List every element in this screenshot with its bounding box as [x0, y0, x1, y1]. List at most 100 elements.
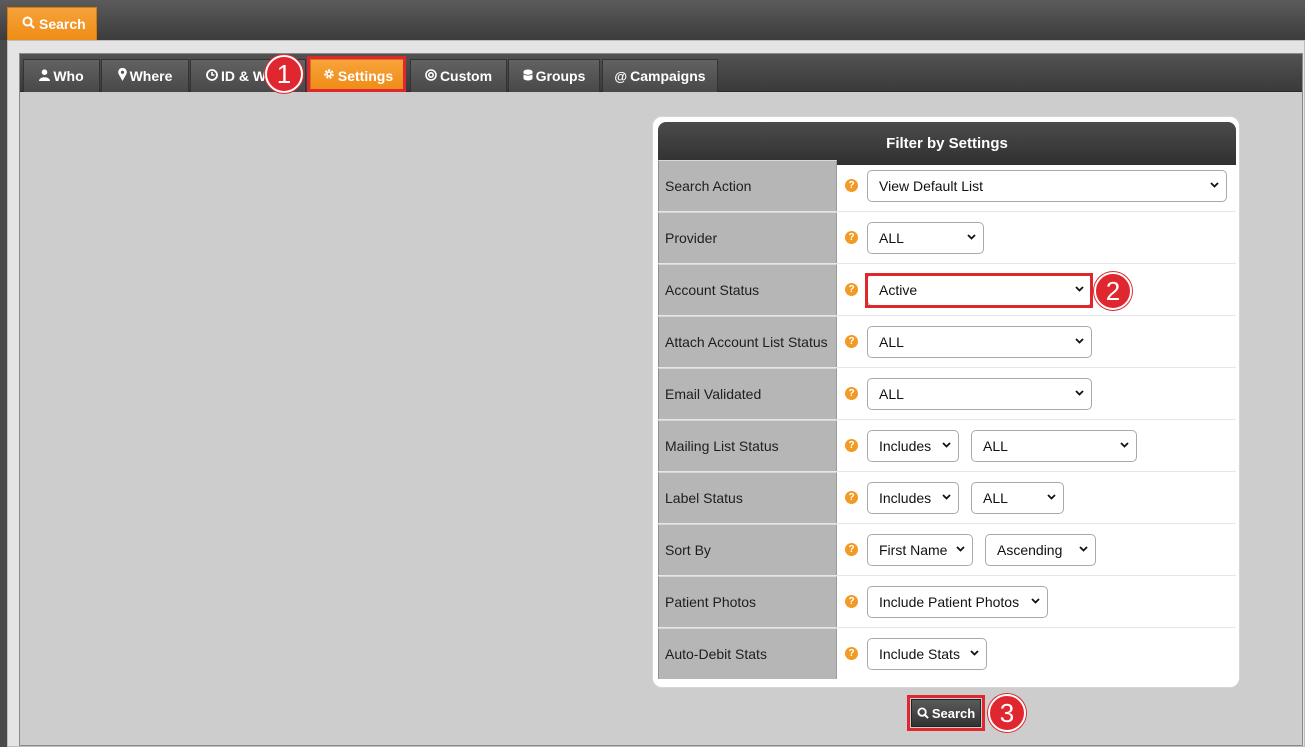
help-icon[interactable]: ? — [845, 231, 858, 244]
select-value: ALL — [879, 230, 904, 246]
mailing-list-mode-select[interactable]: Includes — [867, 430, 959, 462]
select-value: ALL — [983, 490, 1008, 506]
search-button[interactable]: Search — [911, 699, 981, 727]
help-icon[interactable]: ? — [845, 439, 858, 452]
chevron-down-icon — [942, 494, 951, 500]
filter-label: Label Status — [658, 472, 837, 523]
top-search-tab[interactable]: Search — [7, 7, 97, 40]
help-icon[interactable]: ? — [845, 647, 858, 660]
sort-field-select[interactable]: First Name — [867, 534, 973, 566]
select-value: Include Patient Photos — [879, 594, 1020, 610]
filter-label: Auto-Debit Stats — [658, 628, 837, 679]
gear-icon — [323, 68, 335, 83]
group-icon — [522, 69, 533, 84]
help-icon[interactable]: ? — [845, 283, 858, 296]
tab-settings[interactable]: Settings — [310, 59, 406, 92]
tab-campaigns-label: Campaigns — [630, 68, 706, 84]
chevron-down-icon — [1210, 182, 1219, 188]
label-status-value-select[interactable]: ALL — [971, 482, 1064, 514]
tab-id-label: ID & W — [221, 68, 267, 84]
filter-panel: Filter by Settings Search Action ? View … — [652, 116, 1240, 688]
filter-row-label-status: Label Status ? Includes ALL — [658, 472, 1236, 524]
chevron-down-icon — [1120, 442, 1129, 448]
tab-who-label: Who — [53, 68, 84, 84]
mailing-list-value-select[interactable]: ALL — [971, 430, 1137, 462]
search-icon — [22, 16, 35, 32]
filter-row-account-status: Account Status ? Active — [658, 264, 1236, 316]
chevron-down-icon — [967, 234, 976, 240]
select-value: Includes — [879, 438, 932, 454]
map-pin-icon — [117, 67, 127, 84]
panel-title: Filter by Settings — [658, 122, 1236, 165]
tab-settings-label: Settings — [337, 67, 394, 84]
filter-row-mailing-list-status: Mailing List Status ? Includes ALL — [658, 420, 1236, 472]
filter-label: Mailing List Status — [658, 420, 837, 471]
select-value: First Name — [879, 542, 948, 558]
select-value: ALL — [983, 438, 1008, 454]
select-value: Active — [879, 282, 918, 298]
chevron-down-icon — [1075, 338, 1084, 344]
filter-label: Attach Account List Status — [658, 316, 837, 367]
attach-account-list-status-select[interactable]: ALL — [867, 326, 1092, 358]
tab-where[interactable]: Where — [101, 59, 189, 92]
provider-select[interactable]: ALL — [867, 222, 984, 254]
filter-row-auto-debit-stats: Auto-Debit Stats ? Include Stats — [658, 628, 1236, 680]
tab-custom-label: Custom — [439, 68, 493, 84]
tab-who[interactable]: Who — [23, 59, 100, 92]
filter-row-sort-by: Sort By ? First Name Ascending — [658, 524, 1236, 576]
help-icon[interactable]: ? — [845, 543, 858, 556]
select-value: Includes — [879, 490, 932, 506]
chevron-down-icon — [1047, 494, 1056, 500]
select-value: ALL — [879, 386, 904, 402]
auto-debit-stats-select[interactable]: Include Stats — [867, 638, 987, 670]
filter-row-provider: Provider ? ALL — [658, 212, 1236, 264]
filter-row-patient-photos: Patient Photos ? Include Patient Photos — [658, 576, 1236, 628]
select-value: ALL — [879, 334, 904, 350]
user-icon — [39, 68, 51, 84]
account-status-select[interactable]: Active — [867, 274, 1092, 306]
tab-groups[interactable]: Groups — [508, 59, 600, 92]
filter-row-attach-account-list-status: Attach Account List Status ? ALL — [658, 316, 1236, 368]
chevron-down-icon — [956, 546, 965, 552]
chevron-down-icon — [1031, 598, 1040, 604]
search-button-label: Search — [931, 705, 976, 721]
chevron-down-icon — [1075, 286, 1084, 292]
annotation-badge-1: 1 — [265, 55, 303, 93]
filter-label: Email Validated — [658, 368, 837, 419]
email-validated-select[interactable]: ALL — [867, 378, 1092, 410]
chevron-down-icon — [942, 442, 951, 448]
search-action-select[interactable]: View Default List — [867, 170, 1227, 202]
tab-custom[interactable]: Custom — [410, 59, 507, 92]
tab-where-label: Where — [129, 68, 173, 84]
chevron-down-icon — [1075, 390, 1084, 396]
at-icon: @ — [614, 68, 628, 84]
filter-label: Provider — [658, 212, 837, 263]
top-bar: Search — [0, 0, 1305, 40]
filter-tab-bar: Who Where ID & W Settings Custom Groups … — [20, 54, 1302, 92]
select-value: Ascending — [997, 542, 1063, 558]
help-icon[interactable]: ? — [845, 387, 858, 400]
tab-groups-label: Groups — [535, 68, 586, 84]
help-icon[interactable]: ? — [845, 335, 858, 348]
help-icon[interactable]: ? — [845, 179, 858, 192]
help-icon[interactable]: ? — [845, 491, 858, 504]
label-status-mode-select[interactable]: Includes — [867, 482, 959, 514]
filter-row-email-validated: Email Validated ? ALL — [658, 368, 1236, 420]
annotation-badge-3: 3 — [988, 694, 1026, 732]
filter-row-search-action: Search Action ? View Default List — [658, 160, 1236, 212]
filter-label: Sort By — [658, 524, 837, 575]
clock-icon — [206, 68, 218, 84]
top-search-tab-label: Search — [39, 16, 86, 32]
help-icon[interactable]: ? — [845, 595, 858, 608]
select-value: Include Stats — [879, 646, 960, 662]
filter-label: Account Status — [658, 264, 837, 315]
chevron-down-icon — [1079, 546, 1088, 552]
select-value: View Default List — [879, 178, 984, 194]
at-circle-icon — [425, 68, 437, 84]
search-icon — [917, 707, 929, 719]
sort-order-select[interactable]: Ascending — [985, 534, 1096, 566]
filter-label: Patient Photos — [658, 576, 837, 627]
patient-photos-select[interactable]: Include Patient Photos — [867, 586, 1048, 618]
filter-label: Search Action — [658, 160, 837, 211]
tab-campaigns[interactable]: @ Campaigns — [602, 59, 718, 92]
